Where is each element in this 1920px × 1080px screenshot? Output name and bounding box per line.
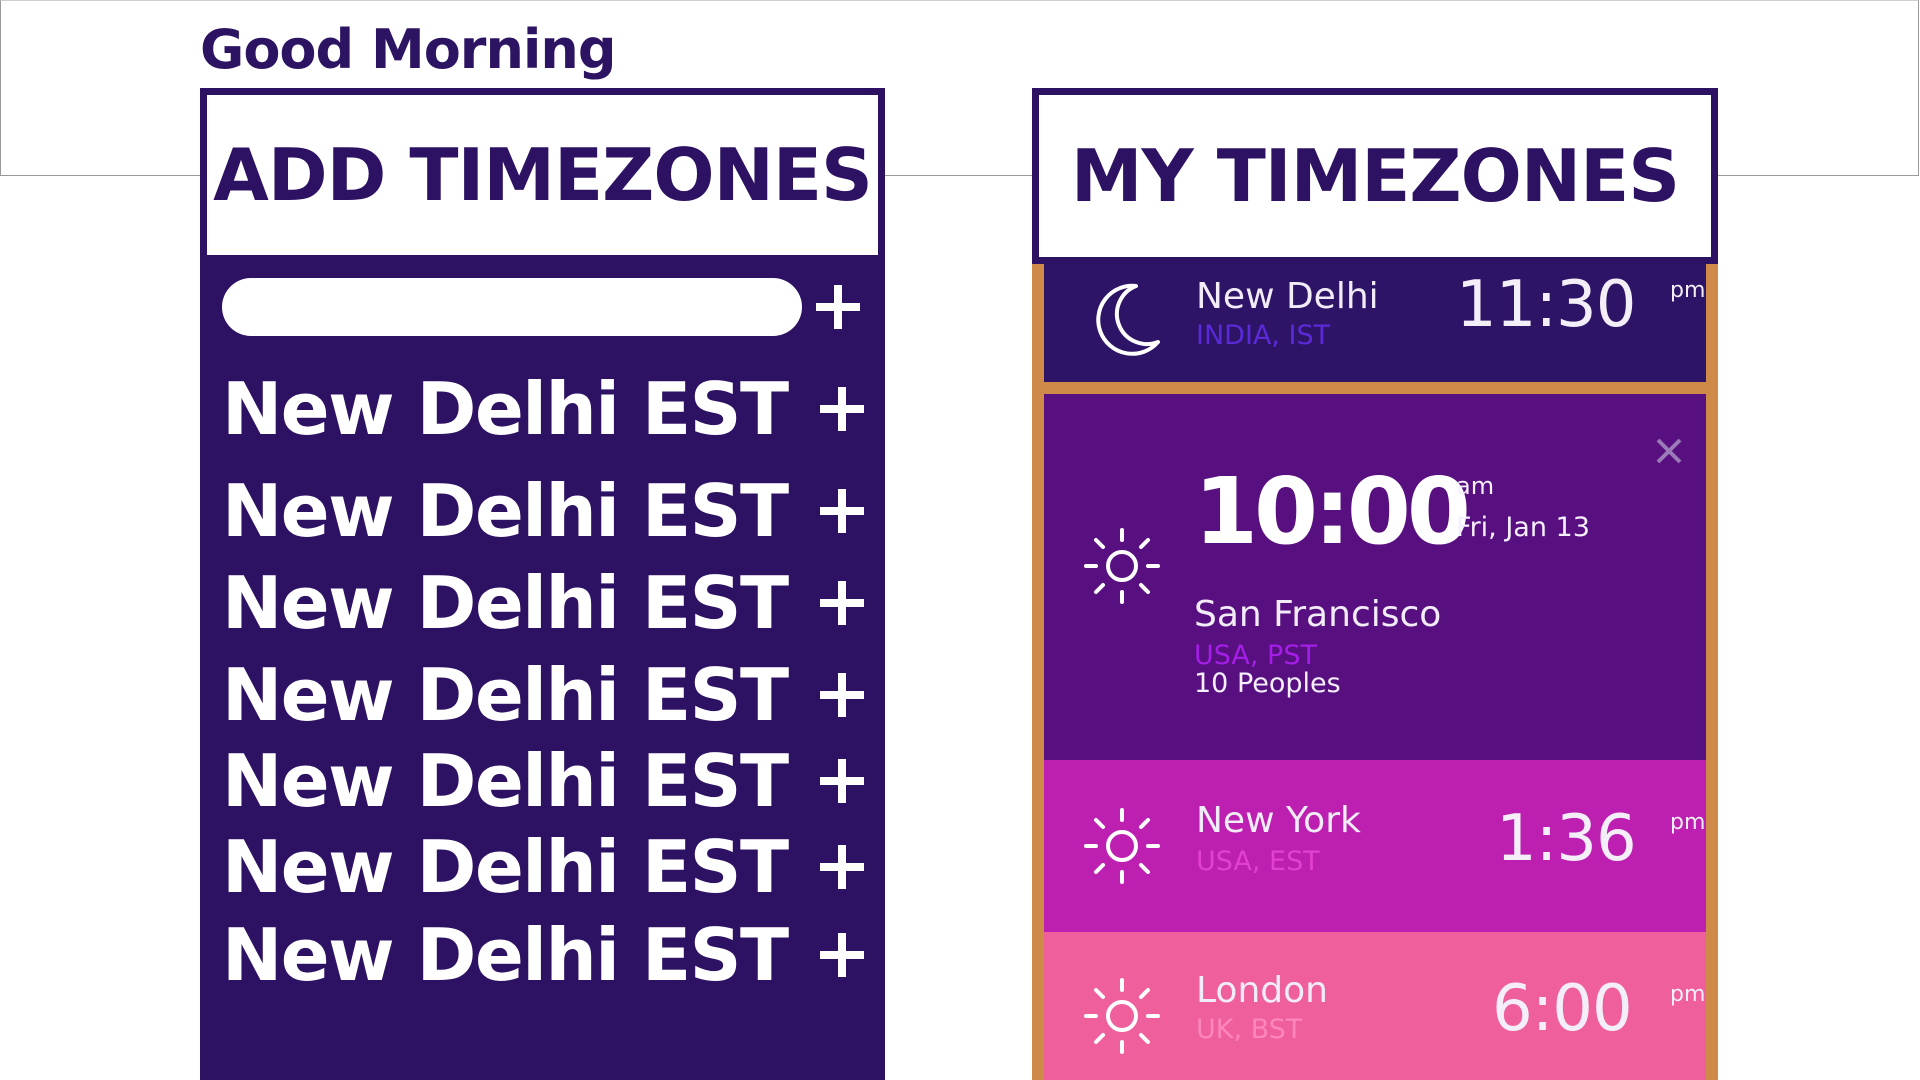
- meridiem-label: pm: [1670, 810, 1706, 835]
- add-timezone-button[interactable]: [816, 755, 868, 807]
- timezone-card-san-francisco[interactable]: 10:00 am Fri, Jan 13 San Francisco USA, …: [1044, 394, 1706, 760]
- timezone-list-item: New Delhi EST: [222, 368, 872, 450]
- timezone-list-item: New Delhi EST: [222, 740, 872, 822]
- time-readout: 11:30: [1456, 268, 1636, 342]
- timezone-label: New Delhi EST: [222, 825, 789, 909]
- plus-icon: [820, 845, 864, 889]
- meridiem-label: pm: [1670, 982, 1706, 1007]
- region-label: USA, EST: [1196, 846, 1320, 877]
- time-readout: 1:36: [1496, 802, 1637, 876]
- timezone-card-london[interactable]: London UK, BST 6:00 pm: [1044, 932, 1706, 1080]
- time-readout: 10:00: [1194, 458, 1471, 565]
- city-name: New York: [1196, 800, 1361, 841]
- add-timezone-button[interactable]: [816, 841, 868, 893]
- remove-timezone-button[interactable]: [1650, 432, 1688, 470]
- timezone-list-item: New Delhi EST: [222, 562, 872, 644]
- greeting-title: Good Morning: [200, 18, 616, 81]
- add-timezone-button[interactable]: [816, 669, 868, 721]
- add-timezones-panel: ADD TIMEZONES New Delhi EST New Delhi ES…: [200, 88, 885, 1080]
- city-name: New Delhi: [1196, 276, 1379, 317]
- timezone-list-item: New Delhi EST: [222, 654, 872, 736]
- meridiem-label: am: [1456, 472, 1495, 500]
- timezone-card-new-york[interactable]: New York USA, EST 1:36 pm: [1044, 760, 1706, 932]
- add-timezone-button[interactable]: [816, 485, 868, 537]
- moon-icon: [1096, 283, 1160, 356]
- add-timezones-header: ADD TIMEZONES: [207, 95, 878, 255]
- region-label: UK, BST: [1196, 1014, 1303, 1045]
- plus-icon: [816, 285, 860, 329]
- region-label: INDIA, IST: [1196, 320, 1331, 351]
- timezone-label: New Delhi EST: [222, 561, 789, 645]
- sun-icon: [1084, 978, 1160, 1054]
- region-label: USA, PST: [1194, 640, 1317, 671]
- timezone-label: New Delhi EST: [222, 653, 789, 737]
- my-timezones-header: MY TIMEZONES: [1032, 88, 1718, 264]
- plus-icon: [820, 673, 864, 717]
- plus-icon: [820, 933, 864, 977]
- add-timezones-title: ADD TIMEZONES: [213, 133, 873, 217]
- timezone-list-item: New Delhi EST: [222, 914, 872, 996]
- timezone-card-new-delhi[interactable]: New Delhi INDIA, IST 11:30 pm: [1044, 264, 1706, 382]
- timezone-label: New Delhi EST: [222, 367, 789, 451]
- sun-icon: [1084, 808, 1160, 884]
- timezone-label: New Delhi EST: [222, 913, 789, 997]
- timezone-label: New Delhi EST: [222, 469, 789, 553]
- city-name: London: [1196, 970, 1328, 1011]
- add-search-result-button[interactable]: [812, 281, 864, 333]
- plus-icon: [820, 759, 864, 803]
- time-readout: 6:00: [1492, 972, 1633, 1046]
- add-timezone-button[interactable]: [816, 929, 868, 981]
- meridiem-label: pm: [1670, 278, 1706, 303]
- plus-icon: [820, 489, 864, 533]
- add-timezone-button[interactable]: [816, 577, 868, 629]
- my-timezones-panel: MY TIMEZONES New Delhi INDIA, IST 11:30 …: [1032, 88, 1718, 1080]
- my-timezones-header-inner: MY TIMEZONES: [1039, 95, 1711, 257]
- date-label: Fri, Jan 13: [1456, 512, 1590, 543]
- city-name: San Francisco: [1194, 594, 1442, 635]
- my-timezones-title: MY TIMEZONES: [1070, 134, 1680, 218]
- people-count: 10 Peoples: [1194, 668, 1341, 699]
- timezone-list-item: New Delhi EST: [222, 826, 872, 908]
- sun-icon: [1084, 528, 1160, 604]
- close-icon: [1656, 438, 1682, 464]
- plus-icon: [820, 387, 864, 431]
- timezone-list-item: New Delhi EST: [222, 470, 872, 552]
- plus-icon: [820, 581, 864, 625]
- page: Good Morning ADD TIMEZONES New Delhi EST…: [0, 0, 1920, 1080]
- timezone-search-input[interactable]: [222, 278, 802, 336]
- add-timezone-button[interactable]: [816, 383, 868, 435]
- timezone-label: New Delhi EST: [222, 739, 789, 823]
